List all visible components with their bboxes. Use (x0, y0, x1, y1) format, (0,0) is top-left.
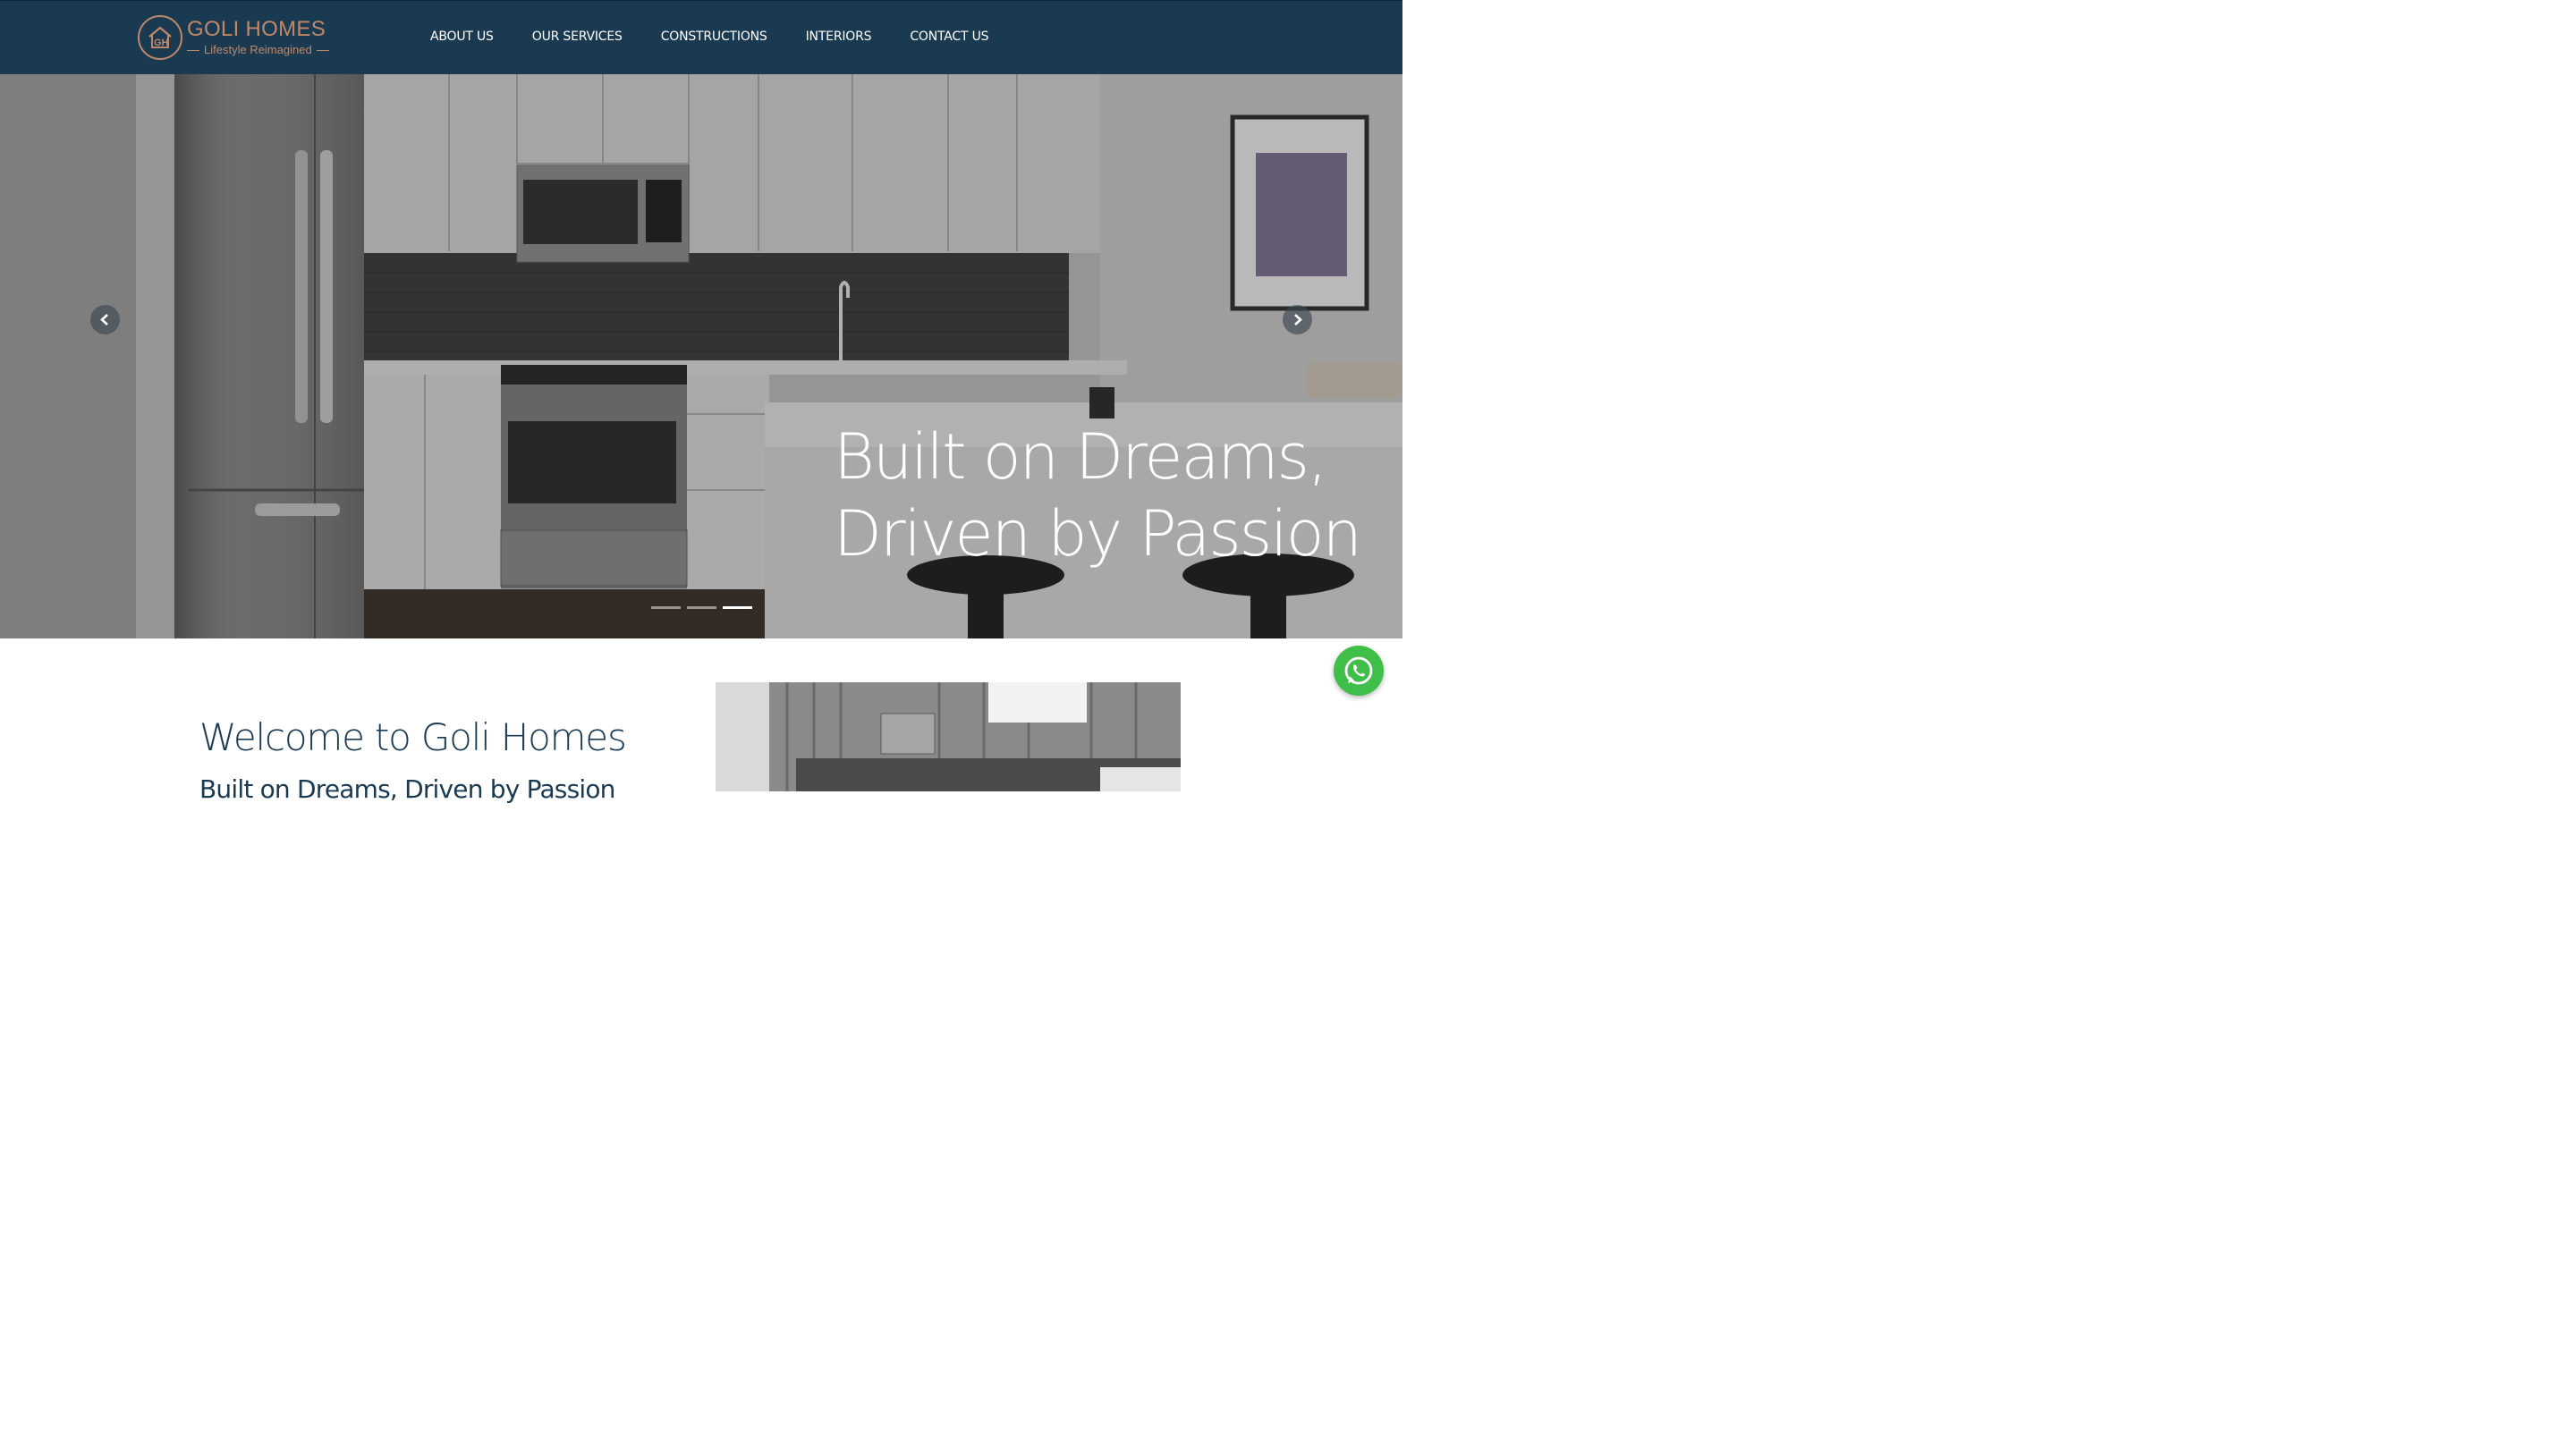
nav-our-services[interactable]: OUR SERVICES (532, 30, 623, 44)
carousel-next-button[interactable] (1283, 305, 1312, 334)
carousel-indicator-3[interactable] (723, 606, 752, 609)
nav-constructions[interactable]: CONSTRUCTIONS (661, 30, 767, 44)
chevron-left-icon (100, 314, 108, 325)
brand-tagline: Lifestyle Reimagined (187, 43, 329, 56)
svg-text:GH: GH (154, 38, 169, 48)
site-header: GH GOLI HOMES Lifestyle Reimagined ABOUT… (0, 0, 1402, 74)
carousel-prev-button[interactable] (90, 305, 120, 334)
hero-heading-line-1: Built on Dreams, (834, 420, 1327, 494)
chevron-right-icon (1294, 314, 1302, 325)
carousel-indicator-2[interactable] (687, 606, 716, 609)
carousel-indicators (651, 606, 758, 609)
house-monogram-icon: GH (138, 15, 182, 60)
welcome-subheading: Built on Dreams, Driven by Passion (199, 774, 615, 804)
brand-tagline-text: Lifestyle Reimagined (204, 43, 312, 56)
nav-about-us[interactable]: ABOUT US (430, 30, 494, 44)
hero-carousel: Built on Dreams, Driven by Passion (0, 74, 1402, 638)
hero-heading: Built on Dreams, Driven by Passion (834, 418, 1362, 572)
brand-name: GOLI HOMES (187, 17, 326, 41)
welcome-interior-image (716, 682, 1181, 791)
whatsapp-icon (1344, 656, 1373, 685)
nav-contact-us[interactable]: CONTACT US (910, 30, 988, 44)
hero-heading-line-2: Driven by Passion (834, 497, 1362, 571)
whatsapp-button[interactable] (1334, 646, 1384, 696)
carousel-indicator-1[interactable] (651, 606, 681, 609)
welcome-heading: Welcome to Goli Homes (199, 715, 627, 759)
nav-interiors[interactable]: INTERIORS (806, 30, 872, 44)
brand-logo[interactable]: GH GOLI HOMES Lifestyle Reimagined (138, 15, 335, 62)
main-nav: ABOUT US OUR SERVICES CONSTRUCTIONS INTE… (430, 30, 1027, 44)
